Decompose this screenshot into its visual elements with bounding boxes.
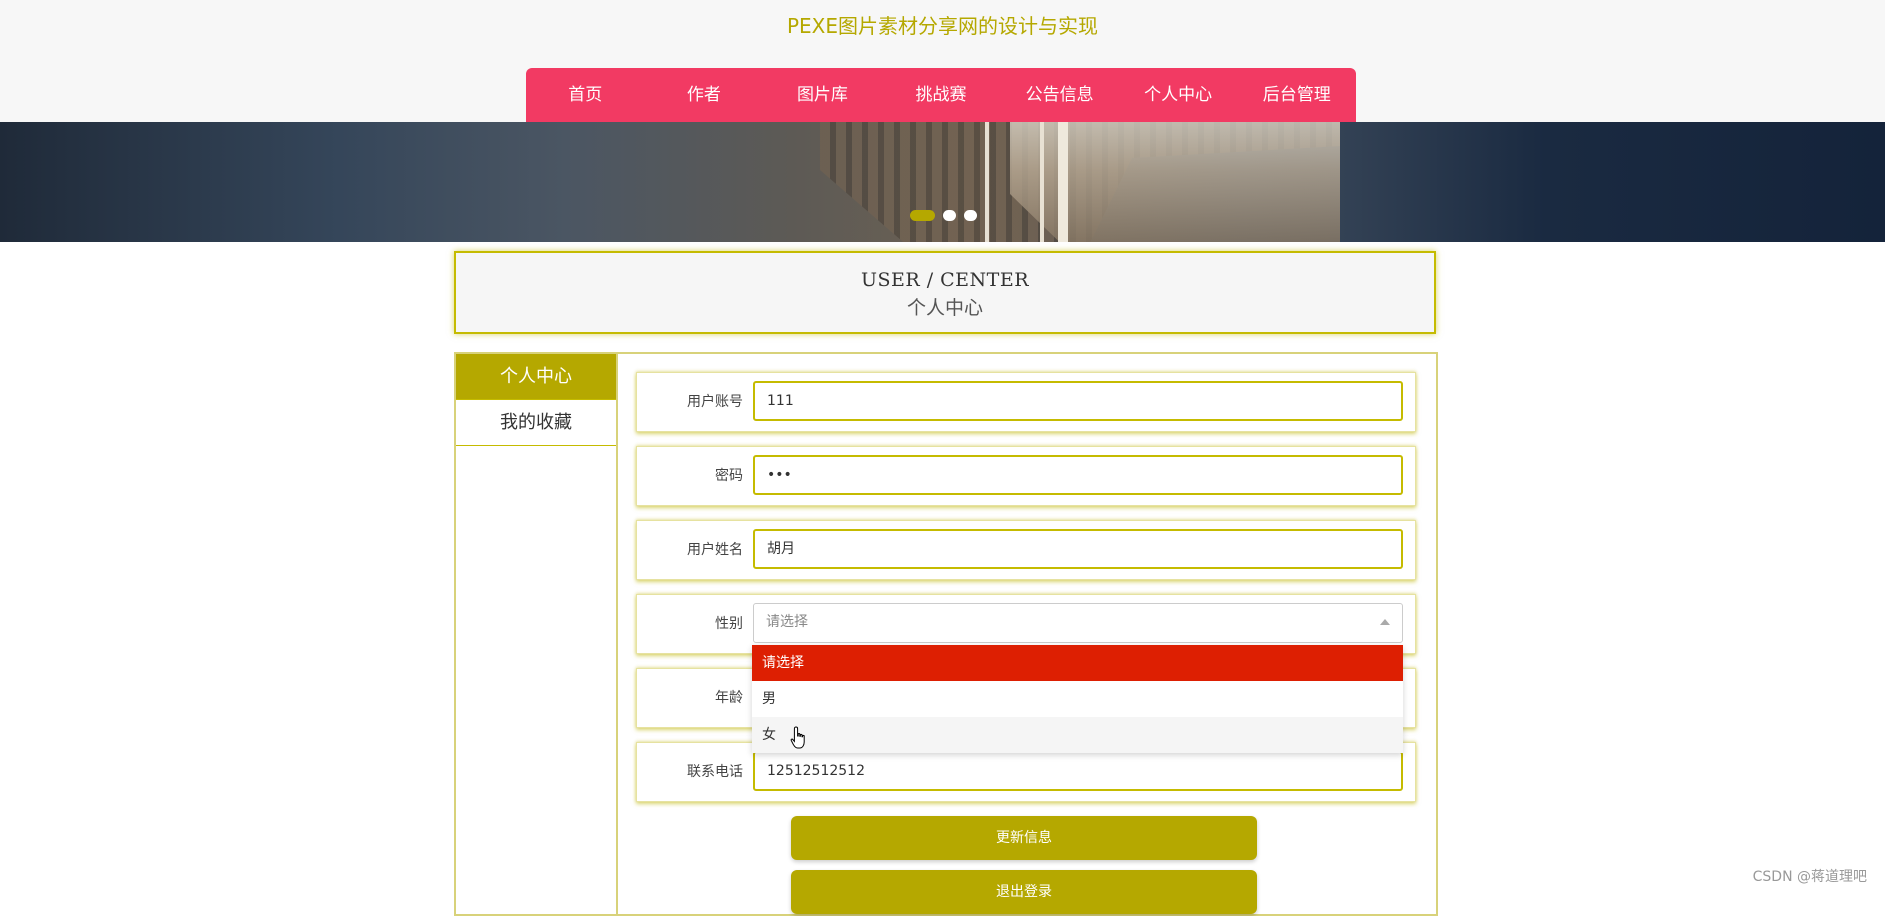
hand-cursor-icon [790,726,805,749]
nav-item-user-center[interactable]: 个人中心 [1119,68,1238,122]
carousel-dots [910,210,977,221]
section-title-en: USER / CENTER [860,269,1030,291]
gender-option-male[interactable]: 男 [752,681,1403,717]
update-info-button[interactable]: 更新信息 [791,816,1257,860]
account-label: 用户账号 [687,394,743,410]
name-input[interactable]: 胡月 [753,529,1403,569]
age-label: 年龄 [715,690,743,706]
logout-button[interactable]: 退出登录 [791,870,1257,914]
gender-select-value: 请选择 [766,614,808,630]
nav-item-home[interactable]: 首页 [526,68,645,122]
carousel-dot-2[interactable] [943,210,956,221]
banner-rail [1040,122,1044,242]
gender-select[interactable]: 请选择 [753,603,1403,643]
gender-option-female[interactable]: 女 [752,717,1403,753]
sidebar: 个人中心 我的收藏 [456,354,618,914]
password-label: 密码 [715,468,743,484]
banner-rail [985,122,989,242]
section-title-box: USER / CENTER 个人中心 [454,251,1436,334]
sidebar-item-favorites[interactable]: 我的收藏 [456,400,616,446]
form-row-password: 密码 ••• [636,446,1416,506]
main-nav: 首页 作者 图片库 挑战赛 公告信息 个人中心 后台管理 [526,68,1356,122]
form-row-name: 用户姓名 胡月 [636,520,1416,580]
gender-dropdown: 请选择 男 女 [752,645,1403,753]
banner-post [1058,122,1068,242]
password-input[interactable]: ••• [753,455,1403,495]
carousel-dot-3[interactable] [964,210,977,221]
gender-option-placeholder[interactable]: 请选择 [752,645,1403,681]
user-center-panel: 个人中心 我的收藏 用户账号 111 密码 ••• 用户姓名 胡月 性别 请选择… [454,352,1438,916]
banner-image [0,122,1885,242]
nav-item-admin[interactable]: 后台管理 [1237,68,1356,122]
gender-label: 性别 [715,616,743,632]
nav-item-authors[interactable]: 作者 [645,68,764,122]
nav-item-gallery[interactable]: 图片库 [763,68,882,122]
section-title-cn: 个人中心 [906,297,983,319]
site-title: PEXE图片素材分享网的设计与实现 [786,14,1099,38]
nav-item-challenge[interactable]: 挑战赛 [882,68,1001,122]
carousel-dot-1[interactable] [910,210,935,221]
phone-label: 联系电话 [687,764,743,780]
form-row-account: 用户账号 111 [636,372,1416,432]
csdn-watermark: CSDN @蒋道理吧 [1752,869,1867,885]
phone-input[interactable]: 12512512512 [753,751,1403,791]
account-input[interactable]: 111 [753,381,1403,421]
name-label: 用户姓名 [687,542,743,558]
caret-up-icon [1380,619,1390,625]
header: PEXE图片素材分享网的设计与实现 首页 作者 图片库 挑战赛 公告信息 个人中… [0,0,1885,122]
sidebar-item-user-center[interactable]: 个人中心 [456,354,616,400]
nav-item-announcements[interactable]: 公告信息 [1000,68,1119,122]
